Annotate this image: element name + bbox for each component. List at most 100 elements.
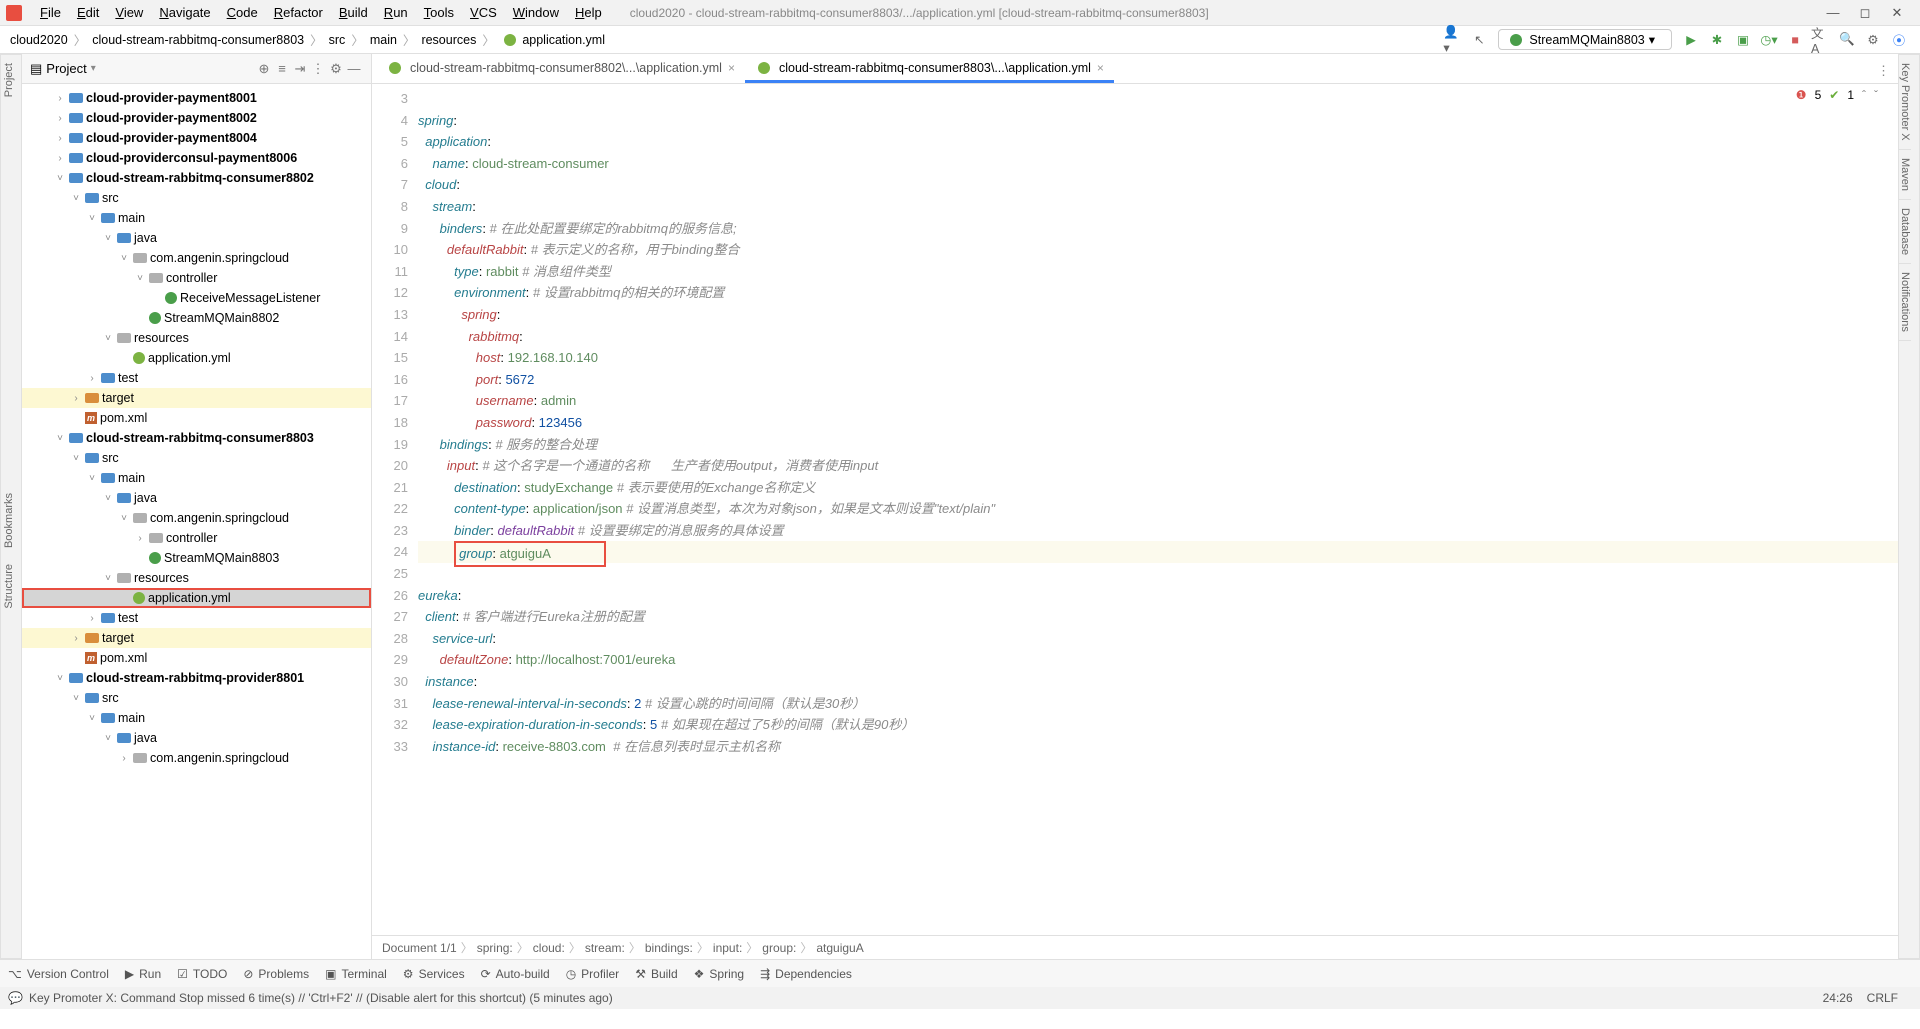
- code-line[interactable]: [418, 563, 1898, 585]
- translate-icon[interactable]: 文A: [1811, 30, 1831, 50]
- code-line[interactable]: binder: defaultRabbit # 设置要绑定的消息服务的具体设置: [418, 520, 1898, 542]
- menu-window[interactable]: Window: [505, 3, 567, 22]
- menu-help[interactable]: Help: [567, 3, 610, 22]
- tree-item[interactable]: ›com.angenin.springcloud: [22, 748, 371, 768]
- code-line[interactable]: type: rabbit # 消息组件类型: [418, 261, 1898, 283]
- tree-item[interactable]: ›cloud-provider-payment8001: [22, 88, 371, 108]
- line-separator[interactable]: CRLF: [1867, 991, 1898, 1005]
- code-line[interactable]: instance:: [418, 671, 1898, 693]
- tree-item[interactable]: ˅controller: [22, 268, 371, 288]
- menu-vcs[interactable]: VCS: [462, 3, 505, 22]
- maximize-icon[interactable]: ◻: [1858, 5, 1872, 21]
- structure-tool-tab[interactable]: Structure: [1, 556, 17, 617]
- code-line[interactable]: lease-renewal-interval-in-seconds: 2 # 设…: [418, 693, 1898, 715]
- menu-tools[interactable]: Tools: [416, 3, 462, 22]
- code-breadcrumb[interactable]: cloud:: [533, 941, 565, 955]
- menu-code[interactable]: Code: [219, 3, 266, 22]
- tree-item[interactable]: ˅java: [22, 728, 371, 748]
- breadcrumb-item[interactable]: application.yml: [499, 33, 607, 47]
- code-line[interactable]: [418, 88, 1898, 110]
- tree-item[interactable]: ›cloud-providerconsul-payment8006: [22, 148, 371, 168]
- code-line[interactable]: port: 5672: [418, 369, 1898, 391]
- tool-auto-build[interactable]: ⟳Auto-build: [481, 967, 550, 981]
- code-breadcrumb[interactable]: bindings:: [645, 941, 693, 955]
- search-icon[interactable]: 🔍: [1837, 30, 1857, 50]
- code-editor[interactable]: ❶5 ✔1 ˆˇ 3456789101112131415161718192021…: [372, 84, 1898, 935]
- keypromoter-tool-tab[interactable]: Key Promoter X: [1899, 55, 1911, 150]
- collapse-all-icon[interactable]: ⇥: [291, 61, 309, 77]
- close-tab-icon[interactable]: ×: [728, 61, 735, 75]
- breadcrumb-item[interactable]: resources: [419, 33, 478, 47]
- tool-run[interactable]: ▶Run: [125, 967, 161, 981]
- tree-item[interactable]: StreamMQMain8802: [22, 308, 371, 328]
- menu-build[interactable]: Build: [331, 3, 376, 22]
- tree-item[interactable]: ˅com.angenin.springcloud: [22, 508, 371, 528]
- tool-profiler[interactable]: ◷Profiler: [566, 967, 620, 981]
- tree-item[interactable]: ›target: [22, 628, 371, 648]
- code-line[interactable]: password: 123456: [418, 412, 1898, 434]
- code-breadcrumb[interactable]: atguiguA: [816, 941, 863, 955]
- tree-item[interactable]: ˅com.angenin.springcloud: [22, 248, 371, 268]
- tool-build[interactable]: ⚒Build: [635, 967, 677, 981]
- locate-icon[interactable]: ⊕: [255, 61, 273, 77]
- settings-gear-icon[interactable]: ⚙: [327, 61, 345, 77]
- hide-icon[interactable]: —: [345, 61, 363, 76]
- project-tool-tab[interactable]: Project: [1, 55, 17, 105]
- chevron-down-icon[interactable]: ▾: [91, 63, 96, 74]
- tool-todo[interactable]: ☑TODO: [177, 967, 227, 981]
- notifications-tool-tab[interactable]: Notifications: [1899, 264, 1911, 341]
- tree-item[interactable]: StreamMQMain8803: [22, 548, 371, 568]
- tree-item[interactable]: ˅resources: [22, 328, 371, 348]
- code-line[interactable]: cloud:: [418, 174, 1898, 196]
- code-line[interactable]: client: # 客户端进行Eureka注册的配置: [418, 606, 1898, 628]
- editor-tab[interactable]: cloud-stream-rabbitmq-consumer8803\...\a…: [745, 56, 1114, 83]
- tree-item[interactable]: ˅main: [22, 468, 371, 488]
- tree-item[interactable]: ˅src: [22, 188, 371, 208]
- tool-spring[interactable]: ❖Spring: [694, 967, 744, 981]
- code-line[interactable]: lease-expiration-duration-in-seconds: 5 …: [418, 714, 1898, 736]
- menu-navigate[interactable]: Navigate: [151, 3, 218, 22]
- code-line[interactable]: application:: [418, 131, 1898, 153]
- tree-item[interactable]: ReceiveMessageListener: [22, 288, 371, 308]
- code-with-me-icon[interactable]: ⦿: [1889, 30, 1909, 50]
- tree-item[interactable]: application.yml: [22, 348, 371, 368]
- code-line[interactable]: host: 192.168.10.140: [418, 347, 1898, 369]
- code-line[interactable]: spring:: [418, 110, 1898, 132]
- code-breadcrumb[interactable]: stream:: [585, 941, 625, 955]
- code-line[interactable]: instance-id: receive-8803.com # 在信息列表时显示…: [418, 736, 1898, 758]
- tree-item[interactable]: ›target: [22, 388, 371, 408]
- close-tab-icon[interactable]: ×: [1097, 61, 1104, 75]
- breadcrumb-item[interactable]: cloud-stream-rabbitmq-consumer8803: [90, 33, 306, 47]
- tree-item[interactable]: application.yml: [22, 588, 371, 608]
- tree-item[interactable]: ˅cloud-stream-rabbitmq-provider8801: [22, 668, 371, 688]
- tree-item[interactable]: mpom.xml: [22, 408, 371, 428]
- code-line[interactable]: spring:: [418, 304, 1898, 326]
- coverage-button[interactable]: ▣: [1733, 30, 1753, 50]
- tree-item[interactable]: ˅main: [22, 208, 371, 228]
- tool-terminal[interactable]: ▣Terminal: [325, 967, 387, 981]
- options-icon[interactable]: ⋮: [309, 61, 327, 77]
- code-line[interactable]: content-type: application/json # 设置消息类型，…: [418, 498, 1898, 520]
- tree-item[interactable]: ˅src: [22, 688, 371, 708]
- profile-button[interactable]: ◷▾: [1759, 30, 1779, 50]
- breadcrumb-item[interactable]: src: [327, 33, 348, 47]
- breadcrumb-item[interactable]: cloud2020: [8, 33, 70, 47]
- tree-item[interactable]: ›controller: [22, 528, 371, 548]
- tree-item[interactable]: ˅src: [22, 448, 371, 468]
- code-line[interactable]: rabbitmq:: [418, 326, 1898, 348]
- tool-services[interactable]: ⚙Services: [403, 967, 465, 981]
- tree-item[interactable]: ˅java: [22, 228, 371, 248]
- notification-icon[interactable]: 💬: [8, 991, 23, 1005]
- code-breadcrumb[interactable]: Document 1/1: [382, 941, 457, 955]
- code-line[interactable]: stream:: [418, 196, 1898, 218]
- code-line[interactable]: name: cloud-stream-consumer: [418, 153, 1898, 175]
- settings-icon[interactable]: ⚙: [1863, 30, 1883, 50]
- menu-file[interactable]: File: [32, 3, 69, 22]
- tab-options-icon[interactable]: ⋮: [1869, 59, 1898, 83]
- code-line[interactable]: defaultZone: http://localhost:7001/eurek…: [418, 649, 1898, 671]
- menu-edit[interactable]: Edit: [69, 3, 107, 22]
- tree-item[interactable]: ˅java: [22, 488, 371, 508]
- tree-item[interactable]: ›test: [22, 368, 371, 388]
- code-line[interactable]: username: admin: [418, 390, 1898, 412]
- code-line[interactable]: service-url:: [418, 628, 1898, 650]
